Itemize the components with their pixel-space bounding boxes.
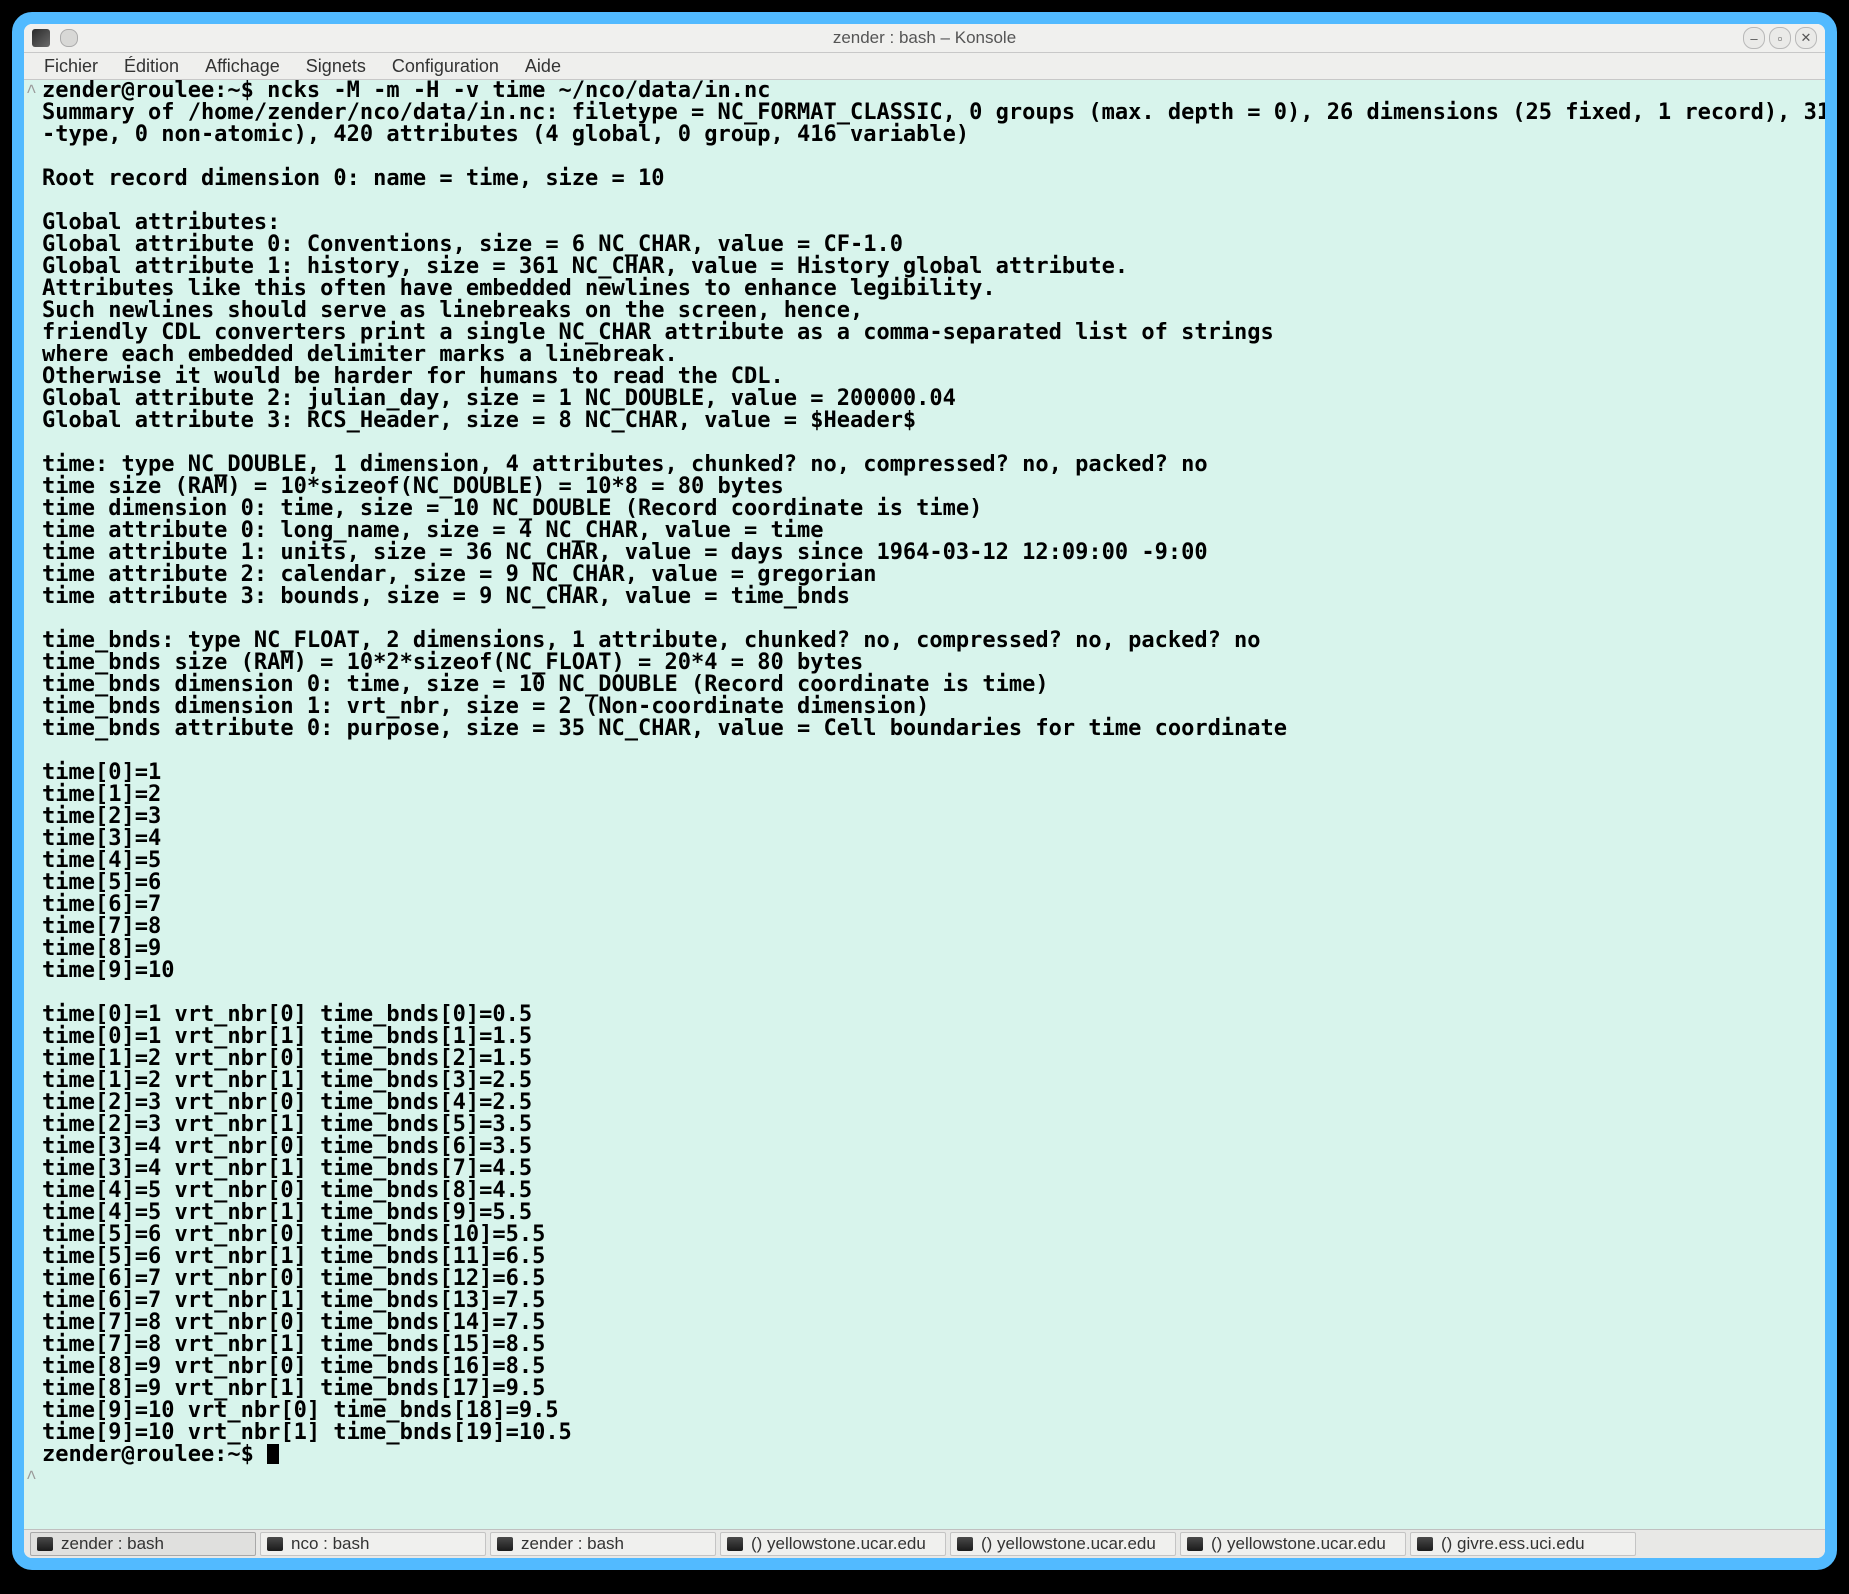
tab-item[interactable]: zender : bash (30, 1532, 256, 1556)
menubar: Fichier Édition Affichage Signets Config… (24, 53, 1825, 80)
menu-fichier[interactable]: Fichier (32, 54, 110, 79)
tab-item[interactable]: () yellowstone.ucar.edu (1180, 1532, 1406, 1556)
terminal-prompt: zender@roulee:~$ (42, 1442, 267, 1467)
terminal-tab-icon (957, 1537, 973, 1551)
tab-item[interactable]: () givre.ess.uci.edu (1410, 1532, 1636, 1556)
tab-label: nco : bash (291, 1534, 485, 1554)
shade-button[interactable] (60, 29, 78, 47)
window-frame: zender : bash – Konsole ‒ ▫ ✕ Fichier Éd… (12, 12, 1837, 1570)
tab-item[interactable]: zender : bash (490, 1532, 716, 1556)
tab-item[interactable]: nco : bash (260, 1532, 486, 1556)
menu-configuration[interactable]: Configuration (380, 54, 511, 79)
tab-label: () yellowstone.ucar.edu (751, 1534, 945, 1554)
scroll-marker-icon: ^ (26, 1468, 37, 1490)
menu-aide[interactable]: Aide (513, 54, 573, 79)
tab-label: () givre.ess.uci.edu (1441, 1534, 1635, 1554)
tab-label: zender : bash (521, 1534, 715, 1554)
close-button[interactable]: ✕ (1795, 27, 1817, 49)
scroll-marker-icon: ^ (26, 82, 37, 104)
maximize-button[interactable]: ▫ (1769, 27, 1791, 49)
tab-label: () yellowstone.ucar.edu (1211, 1534, 1405, 1554)
terminal-tab-icon (267, 1537, 283, 1551)
terminal-prompt-line[interactable]: zender@roulee:~$ (24, 1444, 1825, 1466)
tab-label: () yellowstone.ucar.edu (981, 1534, 1175, 1554)
tab-item[interactable]: () yellowstone.ucar.edu (950, 1532, 1176, 1556)
terminal-tab-icon (497, 1537, 513, 1551)
terminal-tab-icon (1187, 1537, 1203, 1551)
menu-edition[interactable]: Édition (112, 54, 191, 79)
tab-label: zender : bash (61, 1534, 255, 1554)
terminal-output[interactable]: zender@roulee:~$ ncks -M -m -H -v time ~… (24, 80, 1825, 1444)
titlebar[interactable]: zender : bash – Konsole ‒ ▫ ✕ (24, 24, 1825, 53)
tab-item[interactable]: () yellowstone.ucar.edu (720, 1532, 946, 1556)
window-title: zender : bash – Konsole (24, 28, 1825, 48)
tab-bar: zender : bash nco : bash zender : bash () y… (24, 1529, 1825, 1558)
terminal-tab-icon (727, 1537, 743, 1551)
terminal-tab-icon (1417, 1537, 1433, 1551)
konsole-app-icon (32, 29, 50, 47)
terminal-viewport[interactable]: ^ zender@roulee:~$ ncks -M -m -H -v time… (24, 80, 1825, 1529)
minimize-button[interactable]: ‒ (1743, 27, 1765, 49)
terminal-tab-icon (37, 1537, 53, 1551)
menu-affichage[interactable]: Affichage (193, 54, 292, 79)
cursor-icon (267, 1444, 279, 1464)
menu-signets[interactable]: Signets (294, 54, 378, 79)
